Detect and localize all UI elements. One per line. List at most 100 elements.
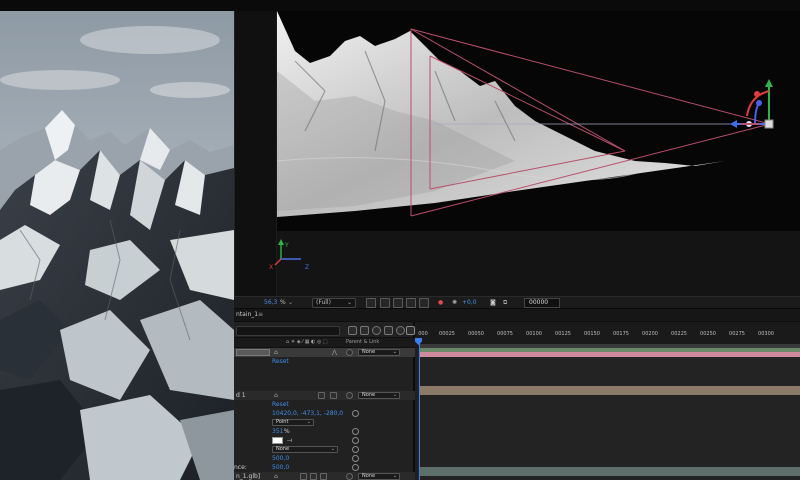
mountain-reference-photo bbox=[0, 0, 234, 480]
layer-name[interactable]: d 1 bbox=[236, 391, 246, 400]
layer-switch-icon[interactable]: ⌂ bbox=[274, 348, 278, 357]
parent-value: None bbox=[362, 349, 376, 355]
layer-search-input[interactable] bbox=[236, 326, 340, 336]
draft-3d-icon[interactable] bbox=[360, 326, 369, 335]
motion-blur-icon[interactable] bbox=[396, 326, 405, 335]
color-swatch[interactable] bbox=[272, 437, 283, 444]
layer-switch-icon[interactable]: ⌂ bbox=[274, 472, 278, 480]
parent-dropdown[interactable]: None ⌄ bbox=[358, 349, 400, 356]
reset-link[interactable]: Reset bbox=[272, 357, 289, 366]
playhead-line[interactable] bbox=[419, 338, 420, 480]
after-effects-window: Y Z X 56,3 % ⌄ (Full) ⌄ ● ✺ +0,0 ◙ ⧉ 000… bbox=[0, 0, 800, 480]
composition-viewer[interactable]: Y Z X bbox=[234, 11, 800, 296]
ruler-tick-label: 00150 bbox=[584, 331, 600, 337]
pickwhip-icon[interactable] bbox=[346, 473, 353, 480]
switch-box-icon[interactable] bbox=[330, 392, 337, 399]
time-ruler[interactable]: 000 00025 00050 00075 00100 00125 00150 … bbox=[417, 322, 800, 348]
stopwatch-icon[interactable] bbox=[352, 455, 359, 462]
ruler-tick-label: 00025 bbox=[439, 331, 455, 337]
stopwatch-icon[interactable] bbox=[352, 464, 359, 471]
flag-value: None bbox=[276, 446, 290, 452]
zoom-value[interactable]: 56,3 bbox=[264, 298, 277, 308]
color-settings-icon[interactable]: ✺ bbox=[452, 298, 457, 308]
switch-box-icon[interactable] bbox=[310, 473, 317, 480]
frame-blending-icon[interactable] bbox=[384, 326, 393, 335]
property-value[interactable]: 500,0 bbox=[272, 454, 289, 463]
region-of-interest-icon[interactable] bbox=[366, 298, 376, 308]
stopwatch-icon[interactable] bbox=[352, 428, 359, 435]
pickwhip-icon[interactable] bbox=[346, 392, 353, 399]
zoom-chevron-icon[interactable]: ⌄ bbox=[288, 298, 293, 308]
eyedropper-icon[interactable]: ⟞ bbox=[287, 436, 292, 445]
3d-view-icon[interactable] bbox=[419, 298, 429, 308]
exposure-value[interactable]: +0,0 bbox=[462, 298, 477, 308]
point-value: Point bbox=[276, 419, 289, 425]
viewer-canvas[interactable]: Y Z X bbox=[235, 11, 800, 296]
parent-value: None bbox=[362, 473, 376, 479]
switch-box-icon[interactable] bbox=[318, 392, 325, 399]
snapshot-camera-icon[interactable]: ◙ bbox=[490, 298, 496, 308]
position-value[interactable]: 10420,0, -473,1, -280,0 bbox=[272, 409, 343, 418]
timecode-value: 00000 bbox=[529, 299, 549, 306]
layer-panel: ⌂ ☀ ◈ ⁄ ▦ ◐ ◎ ⬚ Parent & Link ⌂ ⋀ None ⌄… bbox=[234, 322, 415, 480]
flag-dropdown[interactable]: None ⌄ bbox=[272, 446, 338, 453]
property-value[interactable]: 500,0 bbox=[272, 463, 289, 472]
parent-dropdown[interactable]: None ⌄ bbox=[358, 392, 400, 399]
ruler-tick-label: 000 bbox=[418, 331, 428, 337]
chevron-down-icon: ⌄ bbox=[392, 349, 397, 355]
parent-link-header: Parent & Link bbox=[346, 339, 380, 345]
timecode-field[interactable]: 00000 bbox=[524, 298, 560, 308]
graph-editor-icon[interactable] bbox=[406, 326, 415, 335]
chevron-down-icon: ⌄ bbox=[392, 392, 397, 398]
timeline-tab[interactable]: ntain_1 bbox=[236, 311, 258, 318]
layer-name[interactable]: n_1.glb] bbox=[236, 472, 260, 480]
chevron-down-icon: ⌄ bbox=[392, 473, 397, 479]
stopwatch-icon[interactable] bbox=[352, 437, 359, 444]
composition-mini-flowchart-icon[interactable] bbox=[348, 326, 357, 335]
timeline-tracks[interactable]: 000 00025 00050 00075 00100 00125 00150 … bbox=[415, 322, 800, 480]
show-snapshot-icon[interactable]: ⧉ bbox=[503, 298, 507, 308]
parent-dropdown[interactable]: None ⌄ bbox=[358, 473, 400, 480]
menu-strip bbox=[0, 0, 800, 11]
layer-switch-icon[interactable]: ⌂ bbox=[274, 391, 278, 400]
camera-track-bar[interactable] bbox=[419, 386, 800, 395]
scale-property-row: 351 % bbox=[234, 427, 415, 436]
channels-icon[interactable]: ● bbox=[438, 298, 443, 308]
switch-box-icon[interactable] bbox=[320, 473, 327, 480]
grid-guides-icon[interactable] bbox=[393, 298, 403, 308]
stopwatch-icon[interactable] bbox=[352, 410, 359, 417]
point-of-interest-dropdown[interactable]: Point ⌄ bbox=[272, 419, 314, 426]
ruler-tick-label: 00200 bbox=[642, 331, 658, 337]
lock-icon[interactable]: ⋀ bbox=[332, 348, 337, 357]
resolution-dropdown[interactable]: (Full) ⌄ bbox=[312, 298, 356, 308]
ruler-tick-label: 00300 bbox=[758, 331, 774, 337]
scale-value[interactable]: 351 bbox=[272, 427, 283, 436]
ruler-tick-label: 00275 bbox=[729, 331, 745, 337]
layer-track-bar-pink[interactable] bbox=[419, 352, 800, 357]
camera-gizmo[interactable] bbox=[730, 79, 774, 129]
shy-layers-icon[interactable] bbox=[372, 326, 381, 335]
tab-menu-icon[interactable]: ≡ bbox=[258, 311, 263, 318]
layer-row[interactable]: ⌂ ⋀ None ⌄ bbox=[234, 348, 415, 357]
pickwhip-icon[interactable] bbox=[346, 349, 353, 356]
switches-header-icons: ⌂ ☀ ◈ ⁄ ▦ ◐ ◎ ⬚ bbox=[286, 339, 328, 345]
layer-row[interactable]: d 1 ⌂ None ⌄ bbox=[234, 391, 415, 400]
mask-visibility-icon[interactable] bbox=[406, 298, 416, 308]
model-track-bar[interactable] bbox=[419, 467, 800, 476]
scale-unit: % bbox=[284, 428, 290, 435]
transparency-grid-icon[interactable] bbox=[380, 298, 390, 308]
switch-box-icon[interactable] bbox=[300, 473, 307, 480]
position-property-row: 10420,0, -473,1, -280,0 bbox=[234, 409, 415, 418]
zoom-unit: % bbox=[280, 299, 286, 306]
property-row: Reset bbox=[234, 400, 415, 409]
color-property-row: ⟞ bbox=[234, 436, 415, 445]
reset-link[interactable]: Reset bbox=[272, 400, 289, 409]
ruler-tick-label: 00250 bbox=[700, 331, 716, 337]
stopwatch-icon[interactable] bbox=[352, 446, 359, 453]
chevron-down-icon: ⌄ bbox=[306, 419, 311, 425]
chevron-down-icon: ⌄ bbox=[346, 299, 352, 306]
layer-row[interactable]: n_1.glb] ⌂ None ⌄ bbox=[234, 472, 415, 480]
ruler-tick-label: 00125 bbox=[555, 331, 571, 337]
axis-z-label: Z bbox=[305, 264, 309, 271]
layer-name-field[interactable] bbox=[236, 349, 270, 356]
